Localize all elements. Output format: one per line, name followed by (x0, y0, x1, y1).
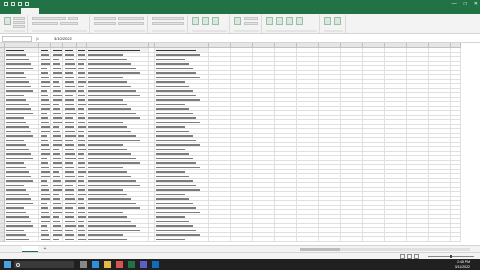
scrollbar-thumb[interactable] (300, 248, 340, 251)
cell-styles-icon[interactable] (212, 17, 219, 25)
teams-icon[interactable] (140, 261, 147, 268)
styles-group (190, 15, 230, 33)
grid-cell[interactable] (209, 237, 231, 242)
grid-cell[interactable] (407, 237, 429, 242)
formula-bar: fx 3/10/2022 (0, 35, 480, 43)
font-name-dropdown[interactable] (32, 17, 66, 20)
fill-color-icon[interactable] (60, 22, 78, 25)
search-icon[interactable] (14, 261, 74, 268)
grid-cell[interactable] (63, 237, 77, 242)
grid-cell[interactable] (385, 237, 407, 242)
undo-icon[interactable] (18, 2, 22, 6)
paste-icon[interactable] (4, 17, 11, 25)
merge-center-button[interactable] (118, 22, 144, 25)
sheet-tab-bar: + (0, 245, 480, 252)
insert-cells-icon[interactable] (234, 17, 241, 25)
outlook-icon[interactable] (152, 261, 159, 268)
grid-cell[interactable] (87, 237, 149, 242)
cut-icon[interactable] (13, 17, 25, 20)
group-caption (4, 30, 25, 32)
group-caption (152, 30, 185, 32)
number-format-dropdown[interactable] (152, 17, 184, 20)
grid-cell[interactable] (341, 237, 363, 242)
copy-icon[interactable] (13, 21, 25, 24)
zoom-knob[interactable] (450, 255, 452, 258)
clipboard-group (2, 15, 28, 33)
autosave-icon[interactable] (4, 2, 8, 6)
windows-start-icon[interactable] (4, 261, 11, 268)
bold-italic-underline[interactable] (32, 22, 58, 25)
addins-icon[interactable] (324, 17, 331, 25)
minimize-button[interactable]: — (452, 1, 457, 7)
group-caption (324, 30, 343, 32)
cells-group (232, 15, 262, 33)
excel-icon[interactable] (128, 261, 135, 268)
group-caption (234, 30, 259, 32)
autosum-icon[interactable] (266, 17, 273, 25)
analyze-data-icon[interactable] (296, 17, 303, 25)
delete-cells-icon[interactable] (244, 17, 258, 20)
alignment-group (92, 15, 148, 33)
format-cells-icon[interactable] (244, 22, 258, 25)
grid-cell[interactable] (77, 237, 87, 242)
ribbon (0, 14, 480, 34)
find-select-icon[interactable] (286, 17, 293, 25)
taskbar-clock[interactable]: 2:48 PM 3/11/2022 (440, 260, 470, 269)
group-caption (266, 30, 317, 32)
document-title (150, 1, 330, 7)
close-button[interactable]: ✕ (474, 1, 478, 7)
window-controls: — □ ✕ (438, 1, 478, 7)
zoom-slider[interactable] (428, 255, 474, 258)
group-caption (94, 30, 145, 32)
font-size-dropdown[interactable] (68, 17, 78, 20)
grid-cell[interactable] (297, 237, 319, 242)
clock-date: 3/11/2022 (454, 264, 470, 269)
redo-icon[interactable] (25, 2, 29, 6)
format-as-table-icon[interactable] (202, 17, 209, 25)
save-icon[interactable] (11, 2, 15, 6)
vertical-align-icons[interactable] (94, 17, 116, 20)
grid-cell[interactable] (51, 237, 63, 242)
grid-cell[interactable] (155, 237, 209, 242)
title-bar: — □ ✕ (0, 0, 480, 8)
number-format-icons[interactable] (152, 22, 184, 25)
maximize-button[interactable]: □ (464, 1, 467, 7)
chrome-icon[interactable] (116, 261, 123, 268)
sensitivity-icon[interactable] (334, 17, 341, 25)
horizontal-align-icons[interactable] (94, 22, 116, 25)
taskbar: 2:48 PM 3/11/2022 (0, 259, 480, 270)
group-caption (192, 30, 227, 32)
grid-cell[interactable] (319, 237, 341, 242)
system-tray: 2:48 PM 3/11/2022 (416, 260, 476, 269)
wrap-text-button[interactable] (118, 17, 144, 20)
formula-input[interactable]: 3/10/2022 (54, 36, 478, 42)
status-bar (0, 252, 480, 259)
font-group (30, 15, 90, 33)
worksheet-grid[interactable] (0, 43, 480, 245)
grid-cell[interactable] (275, 237, 297, 242)
editing-group (264, 15, 320, 33)
file-explorer-icon[interactable] (104, 261, 111, 268)
conditional-formatting-icon[interactable] (192, 17, 199, 25)
addins-group (322, 15, 346, 33)
number-group (150, 15, 188, 33)
fx-icon[interactable]: fx (36, 36, 50, 42)
grid-cell[interactable] (39, 237, 51, 242)
grid-cell[interactable] (429, 237, 451, 242)
grid-cell[interactable] (5, 237, 39, 242)
grid-cell[interactable] (231, 237, 253, 242)
horizontal-scrollbar[interactable] (300, 248, 470, 251)
quick-access-toolbar (4, 2, 64, 6)
grid-cell[interactable] (451, 237, 461, 242)
name-box[interactable] (2, 36, 32, 42)
grid-cell[interactable] (363, 237, 385, 242)
group-caption (32, 30, 87, 32)
edge-icon[interactable] (92, 261, 99, 268)
task-view-icon[interactable] (80, 261, 87, 268)
sort-filter-icon[interactable] (276, 17, 283, 25)
format-painter-icon[interactable] (13, 25, 25, 28)
grid-cell[interactable] (253, 237, 275, 242)
